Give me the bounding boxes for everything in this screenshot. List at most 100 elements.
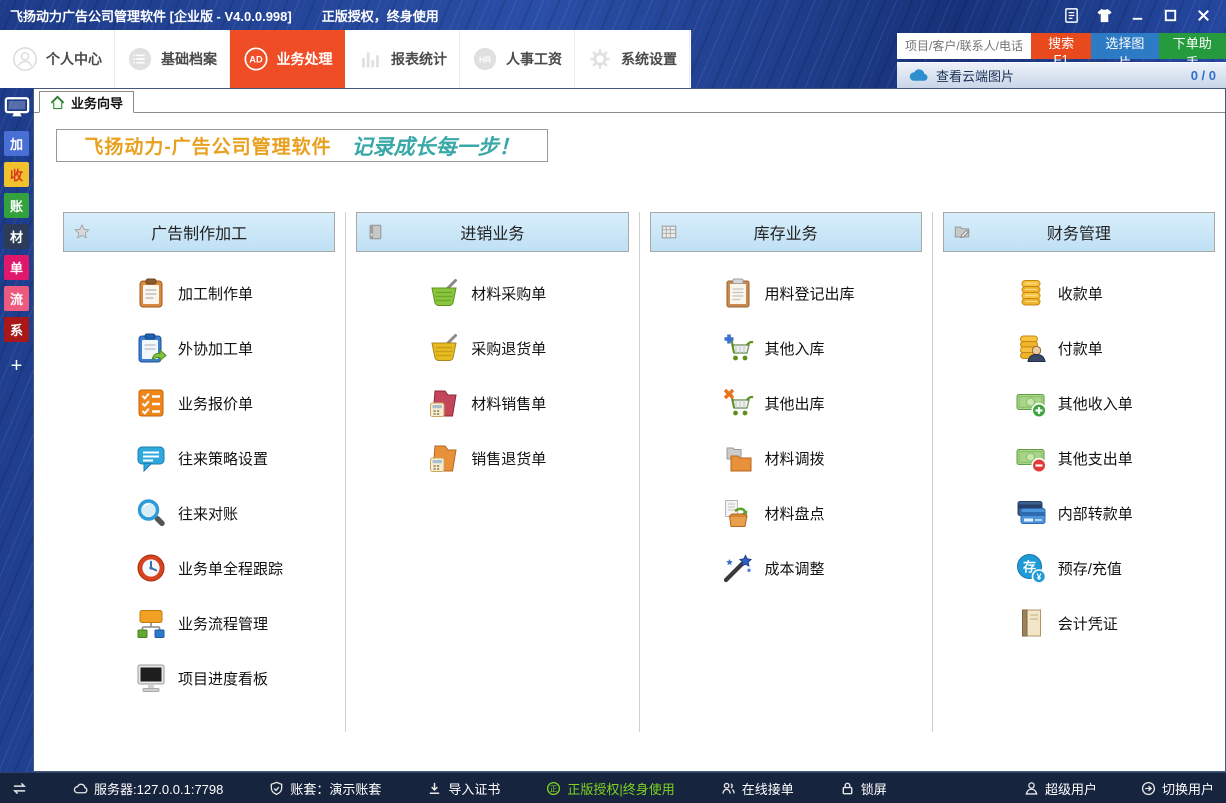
wizard-item-label: 往来策略设置 [178, 448, 268, 469]
status-item-super-user[interactable]: 超级用户 [1024, 779, 1097, 798]
main-content: 业务向导 飞扬动力-广告公司管理软件 记录成长每一步！ 广告制作加工加工制作单外… [33, 88, 1226, 772]
wizard-item-label: 材料采购单 [471, 283, 546, 304]
wizard-item-label: 材料调拨 [765, 448, 825, 469]
clock-red-icon [135, 552, 167, 584]
sidebar-item-material[interactable]: 材 [4, 224, 29, 249]
cart-plus-icon [722, 332, 754, 364]
theme-skin-icon[interactable] [1096, 7, 1113, 24]
status-item-lock-screen[interactable]: 锁屏 [840, 779, 887, 798]
wizard-item-label: 往来对账 [178, 503, 238, 524]
cloud-view-label: 查看云端图片 [936, 66, 1014, 85]
tab-report-statistics[interactable]: 报表统计 [345, 30, 460, 88]
tab-personal-center[interactable]: 个人中心 [0, 30, 115, 88]
sync-icon [12, 781, 27, 796]
wizard-item[interactable]: 业务流程管理 [135, 606, 335, 640]
speech-blue-icon [135, 442, 167, 474]
sidebar-item-order[interactable]: 单 [4, 255, 29, 280]
tab-business-wizard[interactable]: 业务向导 [39, 91, 134, 113]
basket-green-icon [428, 277, 460, 309]
folder-red-calc-icon [428, 387, 460, 419]
wizard-item-label: 其他支出单 [1058, 448, 1133, 469]
cloud-images-bar[interactable]: 查看云端图片 0 / 0 [897, 62, 1226, 88]
app-window: 飞扬动力广告公司管理软件 [企业版 - V4.0.0.998] 正版授权，终身使… [0, 0, 1226, 803]
select-image-button[interactable]: 选择图片 [1091, 33, 1158, 59]
tab-basic-archives[interactable]: 基础档案 [115, 30, 230, 88]
wizard-item-label: 材料盘点 [765, 503, 825, 524]
column-items: 材料采购单采购退货单材料销售单销售退货单 [356, 276, 628, 475]
maximize-button[interactable] [1162, 7, 1179, 24]
wizard-item[interactable]: 销售退货单 [428, 441, 628, 475]
status-item-label: 超级用户 [1045, 779, 1097, 798]
banknote-minus-icon [1015, 442, 1047, 474]
magnifier-icon [135, 497, 167, 529]
sidebar-item-plus[interactable]: + [4, 354, 29, 379]
wizard-item[interactable]: 往来策略设置 [135, 441, 335, 475]
sidebar-item-receive[interactable]: 收 [4, 162, 29, 187]
wizard-item[interactable]: 内部转款单 [1015, 496, 1215, 530]
download-icon [427, 781, 442, 796]
wizard-item[interactable]: 会计凭证 [1015, 606, 1215, 640]
status-item-label: 导入证书 [448, 779, 500, 798]
wizard-item-label: 外协加工单 [178, 338, 253, 359]
tab-hr-payroll[interactable]: HR人事工资 [460, 30, 575, 88]
minimize-button[interactable] [1129, 7, 1146, 24]
wizard-item[interactable]: 项目进度看板 [135, 661, 335, 695]
wizard-item[interactable]: 业务报价单 [135, 386, 335, 420]
cloud-icon [73, 781, 88, 796]
monitor-icon[interactable] [4, 96, 30, 119]
sidebar-item-account[interactable]: 账 [4, 193, 29, 218]
wizard-item[interactable]: 采购退货单 [428, 331, 628, 365]
status-item-switch-user[interactable]: 切换用户 [1141, 779, 1214, 798]
wizard-item[interactable]: 付款单 [1015, 331, 1215, 365]
wizard-item[interactable]: 材料盘点 [722, 496, 922, 530]
column-title: 库存业务 [651, 220, 921, 244]
wizard-item[interactable]: 往来对账 [135, 496, 335, 530]
wizard-item[interactable]: 其他出库 [722, 386, 922, 420]
search-input[interactable] [897, 33, 1031, 59]
wizard-item[interactable]: 材料调拨 [722, 441, 922, 475]
banner: 飞扬动力-广告公司管理软件 记录成长每一步！ [56, 129, 548, 162]
sidebar-item-flow[interactable]: 流 [4, 286, 29, 311]
wizard-item[interactable]: 加工制作单 [135, 276, 335, 310]
wizard-item[interactable]: 其他收入单 [1015, 386, 1215, 420]
wizard-item-label: 付款单 [1058, 338, 1103, 359]
hdr-grid-icon [660, 223, 678, 241]
column-finance: 财务管理收款单付款单其他收入单其他支出单内部转款单存¥预存/充值会计凭证 [933, 212, 1225, 732]
checklist-orange-icon [135, 387, 167, 419]
status-item-account-set[interactable]: 账套：演示账套 [269, 779, 381, 798]
wizard-item[interactable]: 材料销售单 [428, 386, 628, 420]
wizard-item[interactable]: 成本调整 [722, 551, 922, 585]
wizard-item[interactable]: 收款单 [1015, 276, 1215, 310]
status-item-online-orders[interactable]: 在线接单 [721, 779, 794, 798]
nav-tabs: 个人中心基础档案AD业务处理报表统计HR人事工资系统设置 [0, 30, 691, 88]
coins-person-icon [1015, 332, 1047, 364]
status-item-sync[interactable] [12, 781, 27, 796]
order-helper-button[interactable]: 下单助手 [1159, 33, 1226, 59]
banner-title: 飞扬动力-广告公司管理软件 [84, 132, 331, 159]
status-item-license[interactable]: 正正版授权|终身使用 [546, 779, 674, 798]
sidebar-item-add[interactable]: 加 [4, 131, 29, 156]
wizard-item-label: 业务报价单 [178, 393, 253, 414]
svg-text:HR: HR [479, 54, 491, 64]
close-button[interactable] [1195, 7, 1212, 24]
tab-label: 个人中心 [46, 49, 102, 69]
wizard-item[interactable]: 业务单全程跟踪 [135, 551, 335, 585]
cert-icon: 正 [546, 781, 561, 796]
status-item-server[interactable]: 服务器:127.0.0.1:7798 [73, 779, 223, 798]
notes-icon[interactable] [1063, 7, 1080, 24]
wizard-item[interactable]: 外协加工单 [135, 331, 335, 365]
wizard-item[interactable]: 材料采购单 [428, 276, 628, 310]
wizard-item[interactable]: 用料登记出库 [722, 276, 922, 310]
wizard-item[interactable]: 存¥预存/充值 [1015, 551, 1215, 585]
tab-system-settings[interactable]: 系统设置 [575, 30, 690, 88]
tab-business-processing[interactable]: AD业务处理 [230, 30, 345, 88]
status-item-import-certificate[interactable]: 导入证书 [427, 779, 500, 798]
hdr-folder-pen-icon [953, 223, 971, 241]
banknote-plus-icon [1015, 387, 1047, 419]
search-button[interactable]: 搜索 F1 [1031, 33, 1091, 59]
wizard-item[interactable]: 其他入库 [722, 331, 922, 365]
wizard-item[interactable]: 其他支出单 [1015, 441, 1215, 475]
sidebar-item-system[interactable]: 系 [4, 317, 29, 342]
ledger-icon [1015, 607, 1047, 639]
column-items: 用料登记出库其他入库其他出库材料调拨材料盘点成本调整 [650, 276, 922, 585]
